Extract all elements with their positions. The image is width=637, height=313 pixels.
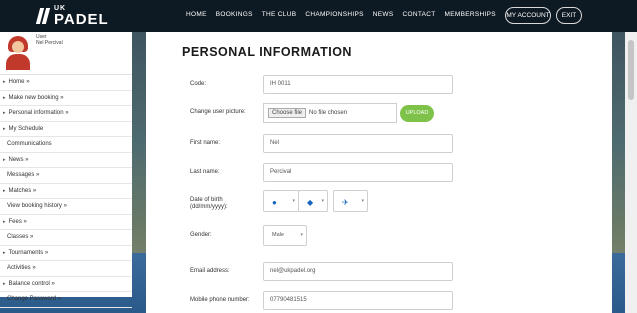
main-panel: PERSONAL INFORMATION Code: IH 0011 Chang… <box>146 32 612 313</box>
first-name-label: First name: <box>190 140 221 146</box>
nav-bookings[interactable]: BOOKINGS <box>216 11 253 18</box>
sidebar-item-matches[interactable]: ▸ Matches » <box>0 184 132 199</box>
sidebar-item-messages[interactable]: Messages » <box>0 168 132 184</box>
email-field[interactable]: nel@ukpadel.org <box>263 262 453 281</box>
chevron-right-icon: ▸ <box>3 249 6 256</box>
sidebar-item-news[interactable]: ▸ News » <box>0 153 132 168</box>
code-label: Code: <box>190 81 207 87</box>
chevron-right-icon: ▸ <box>3 110 6 117</box>
sidebar-item-make-new-booking[interactable]: ▸ Make new booking » <box>0 91 132 106</box>
picture-label: Change user picture: <box>190 109 246 115</box>
sidebar-item-my-schedule[interactable]: ▸ My Schedule <box>0 122 132 137</box>
profile-name: User Nel Percival <box>36 34 63 46</box>
page-title: PERSONAL INFORMATION <box>182 45 352 59</box>
profile-card: User Nel Percival <box>0 32 132 75</box>
chevron-right-icon: ▸ <box>3 187 6 194</box>
page-scrollbar[interactable] <box>625 32 637 313</box>
sidebar-item-personal-information[interactable]: ▸ Personal information » <box>0 106 132 122</box>
sidebar-item-fees[interactable]: ▸ Fees » <box>0 215 132 230</box>
gender-label: Gender: <box>190 232 212 238</box>
exit-button[interactable]: EXIT <box>556 7 582 24</box>
chevron-right-icon: ▸ <box>3 79 6 86</box>
my-account-button[interactable]: MY ACCOUNT <box>505 7 551 24</box>
sidebar-item-communications[interactable]: Communications <box>0 137 132 153</box>
avatar <box>3 34 33 70</box>
last-name-field[interactable]: Percival <box>263 163 453 182</box>
site-logo[interactable]: UK PADEL <box>36 4 109 28</box>
sidebar-item-booking-history[interactable]: View booking history » <box>0 199 132 215</box>
nav-championships[interactable]: CHAMPIONSHIPS <box>305 11 363 18</box>
sidebar: User Nel Percival ▸ Home » ▸ Make new book… <box>0 32 132 308</box>
file-status: No file chosen <box>309 110 348 116</box>
main-nav: HOME BOOKINGS THE CLUB CHAMPIONSHIPS NEW… <box>186 11 496 18</box>
sidebar-item-home[interactable]: ▸ Home » <box>0 75 132 91</box>
upload-button[interactable]: UPLOAD <box>400 105 434 122</box>
chevron-right-icon: ▸ <box>3 125 6 132</box>
calendar-month-icon: ◆ <box>307 198 314 207</box>
nav-news[interactable]: NEWS <box>373 11 394 18</box>
sidebar-item-tournaments[interactable]: ▸ Tournaments » <box>0 246 132 261</box>
first-name-field[interactable]: Nel <box>263 134 453 153</box>
file-input[interactable]: Choose file No file chosen <box>263 103 397 123</box>
nav-contact[interactable]: CONTACT <box>402 11 435 18</box>
chevron-down-icon: ▾ <box>321 198 324 204</box>
chevron-right-icon: ▸ <box>3 156 6 163</box>
top-navbar: UK PADEL HOME BOOKINGS THE CLUB CHAMPION… <box>0 0 637 32</box>
sidebar-item-balance-control[interactable]: ▸ Balance control » <box>0 277 132 292</box>
dob-year-select[interactable]: ✈ ▾ <box>333 190 368 212</box>
chevron-right-icon: ▸ <box>3 218 6 225</box>
last-name-label: Last name: <box>190 169 220 175</box>
logo-mark-icon <box>36 6 50 26</box>
chevron-right-icon: ▸ <box>3 280 6 287</box>
mobile-label: Mobile phone number: <box>190 297 250 303</box>
calendar-year-icon: ✈ <box>342 198 349 207</box>
chevron-down-icon: ▾ <box>300 232 303 238</box>
sidebar-item-activities[interactable]: Activities » <box>0 261 132 277</box>
gender-select[interactable]: Male ▾ <box>263 225 307 246</box>
sidebar-item-classes[interactable]: Classes » <box>0 230 132 246</box>
mobile-field[interactable]: 07790481515 <box>263 291 453 310</box>
chevron-down-icon: ▾ <box>361 198 364 204</box>
calendar-day-icon: ● <box>272 198 277 207</box>
email-label: Email address: <box>190 268 230 274</box>
chevron-right-icon: ▸ <box>3 94 6 101</box>
chevron-down-icon: ▾ <box>292 198 295 204</box>
nav-home[interactable]: HOME <box>186 11 207 18</box>
dob-day-select[interactable]: ● ▾ <box>263 190 299 212</box>
dob-month-select[interactable]: ◆ ▾ <box>298 190 328 212</box>
code-field[interactable]: IH 0011 <box>263 75 453 94</box>
profile-full-name: Nel Percival <box>36 40 63 46</box>
scrollbar-thumb[interactable] <box>628 40 634 100</box>
dob-label: Date of birth (dd/mm/yyyy): <box>190 197 228 210</box>
choose-file-button[interactable]: Choose file <box>268 108 307 118</box>
nav-the-club[interactable]: THE CLUB <box>262 11 297 18</box>
sidebar-item-change-password[interactable]: Change Password » <box>0 292 132 308</box>
nav-memberships[interactable]: MEMBERSHIPS <box>445 11 496 18</box>
logo-large-text: PADEL <box>54 11 109 28</box>
